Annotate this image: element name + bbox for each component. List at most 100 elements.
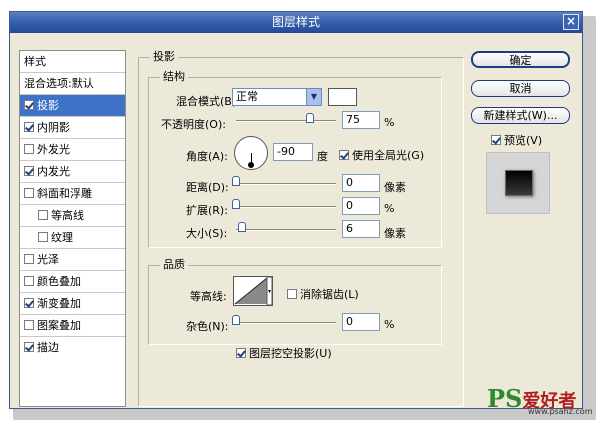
style-item-label: 图案叠加 (37, 319, 81, 332)
distance-unit: 像素 (384, 181, 406, 194)
blend-mode-select[interactable]: 正常 ▼ (232, 88, 322, 106)
outer-glow-checkbox[interactable] (24, 144, 34, 154)
ok-button[interactable]: 确定 (471, 51, 570, 68)
shadow-color-swatch[interactable] (328, 88, 357, 106)
drop-shadow-title: 投影 (150, 48, 178, 64)
contour-picker[interactable] (233, 276, 273, 306)
watermark-url: www.psahz.com (528, 407, 593, 416)
opacity-slider-track[interactable] (236, 120, 336, 122)
bevel-emboss-checkbox[interactable] (24, 188, 34, 198)
style-item-color-overlay[interactable]: 颜色叠加 (20, 271, 125, 293)
spread-label: 扩展(R): (186, 204, 228, 217)
style-item-label: 描边 (37, 341, 59, 354)
size-input[interactable]: 6 (342, 220, 380, 238)
distance-input[interactable]: 0 (342, 174, 380, 192)
texture-checkbox[interactable] (38, 232, 48, 242)
contour-curve-icon (234, 276, 273, 306)
angle-unit: 度 (317, 150, 328, 163)
preview-option[interactable]: 预览(V) (491, 132, 542, 148)
angle-label: 角度(A): (186, 150, 228, 163)
style-item-label: 渐变叠加 (37, 297, 81, 310)
inner-shadow-checkbox[interactable] (24, 122, 34, 132)
style-item-label: 斜面和浮雕 (37, 187, 92, 200)
size-slider-track[interactable] (236, 229, 336, 231)
contour-checkbox[interactable] (38, 210, 48, 220)
preview-checkbox[interactable] (491, 135, 501, 145)
watermark-ps: PS (487, 384, 523, 413)
noise-slider-track[interactable] (236, 322, 336, 324)
style-item-texture[interactable]: 纹理 (20, 227, 125, 249)
global-light-checkbox[interactable] (339, 150, 349, 160)
preview-label: 预览(V) (504, 134, 543, 147)
knockout-option[interactable]: 图层挖空投影(U) (236, 345, 332, 361)
size-unit: 像素 (384, 227, 406, 240)
anti-aliased-option[interactable]: 消除锯齿(L) (287, 286, 359, 302)
drop-shadow-checkbox[interactable] (24, 100, 34, 110)
global-light-label: 使用全局光(G) (352, 149, 425, 162)
style-item-label: 颜色叠加 (37, 275, 81, 288)
satin-checkbox[interactable] (24, 254, 34, 264)
quality-title: 品质 (160, 256, 188, 272)
style-item-label: 等高线 (51, 209, 84, 222)
blend-options-item[interactable]: 混合选项:默认 (20, 73, 125, 95)
opacity-unit: % (384, 116, 395, 129)
size-slider-handle[interactable] (238, 222, 246, 232)
window-title: 图层样式 (271, 15, 320, 29)
style-item-satin[interactable]: 光泽 (20, 249, 125, 271)
blend-mode-label: 混合模式(B): (176, 95, 240, 108)
style-item-stroke[interactable]: 描边 (20, 337, 125, 359)
title-bar: 图层样式 × (10, 12, 582, 33)
spread-slider-handle[interactable] (232, 199, 240, 209)
new-style-button[interactable]: 新建样式(W)... (471, 107, 570, 124)
chevron-down-icon[interactable]: ▼ (306, 89, 321, 105)
style-preview (486, 152, 550, 214)
noise-input[interactable]: 0 (342, 313, 380, 331)
styles-list: 样式 混合选项:默认 投影 内阴影 外发光 内发光 斜面和浮雕 等高线 纹理 光… (19, 50, 126, 407)
spread-unit: % (384, 202, 395, 215)
color-overlay-checkbox[interactable] (24, 276, 34, 286)
contour-label: 等高线: (190, 290, 227, 303)
angle-dial[interactable] (234, 136, 268, 170)
stroke-checkbox[interactable] (24, 342, 34, 352)
style-item-pattern-overlay[interactable]: 图案叠加 (20, 315, 125, 337)
styles-header-label: 样式 (24, 55, 46, 68)
close-button[interactable]: × (563, 14, 579, 30)
structure-title: 结构 (160, 68, 188, 84)
style-item-gradient-overlay[interactable]: 渐变叠加 (20, 293, 125, 315)
opacity-slider-handle[interactable] (306, 113, 314, 123)
style-item-label: 内发光 (37, 165, 70, 178)
style-preview-swatch (505, 170, 533, 196)
style-item-inner-glow[interactable]: 内发光 (20, 161, 125, 183)
style-item-outer-glow[interactable]: 外发光 (20, 139, 125, 161)
inner-glow-checkbox[interactable] (24, 166, 34, 176)
anti-aliased-checkbox[interactable] (287, 289, 297, 299)
style-item-inner-shadow[interactable]: 内阴影 (20, 117, 125, 139)
noise-label: 杂色(N): (186, 320, 229, 333)
gradient-overlay-checkbox[interactable] (24, 298, 34, 308)
style-item-label: 内阴影 (37, 121, 70, 134)
anti-aliased-label: 消除锯齿(L) (300, 288, 359, 301)
size-label: 大小(S): (186, 227, 228, 240)
spread-input[interactable]: 0 (342, 197, 380, 215)
blend-mode-value: 正常 (236, 90, 258, 103)
spread-slider-track[interactable] (236, 206, 336, 208)
style-item-contour[interactable]: 等高线 (20, 205, 125, 227)
distance-slider-track[interactable] (236, 183, 336, 185)
opacity-input[interactable]: 75 (342, 111, 380, 129)
global-light-option[interactable]: 使用全局光(G) (339, 147, 424, 163)
knockout-checkbox[interactable] (236, 348, 246, 358)
angle-input[interactable]: -90 (273, 143, 313, 161)
noise-slider-handle[interactable] (232, 315, 240, 325)
distance-slider-handle[interactable] (232, 176, 240, 186)
pattern-overlay-checkbox[interactable] (24, 320, 34, 330)
distance-label: 距离(D): (186, 181, 229, 194)
styles-header[interactable]: 样式 (20, 51, 125, 73)
opacity-label: 不透明度(O): (161, 118, 226, 131)
knockout-label: 图层挖空投影(U) (249, 347, 332, 360)
style-item-drop-shadow[interactable]: 投影 (20, 95, 125, 117)
style-item-label: 纹理 (51, 231, 73, 244)
style-item-label: 外发光 (37, 143, 70, 156)
cancel-button[interactable]: 取消 (471, 80, 570, 97)
style-item-bevel-emboss[interactable]: 斜面和浮雕 (20, 183, 125, 205)
angle-dial-dot (248, 162, 254, 168)
